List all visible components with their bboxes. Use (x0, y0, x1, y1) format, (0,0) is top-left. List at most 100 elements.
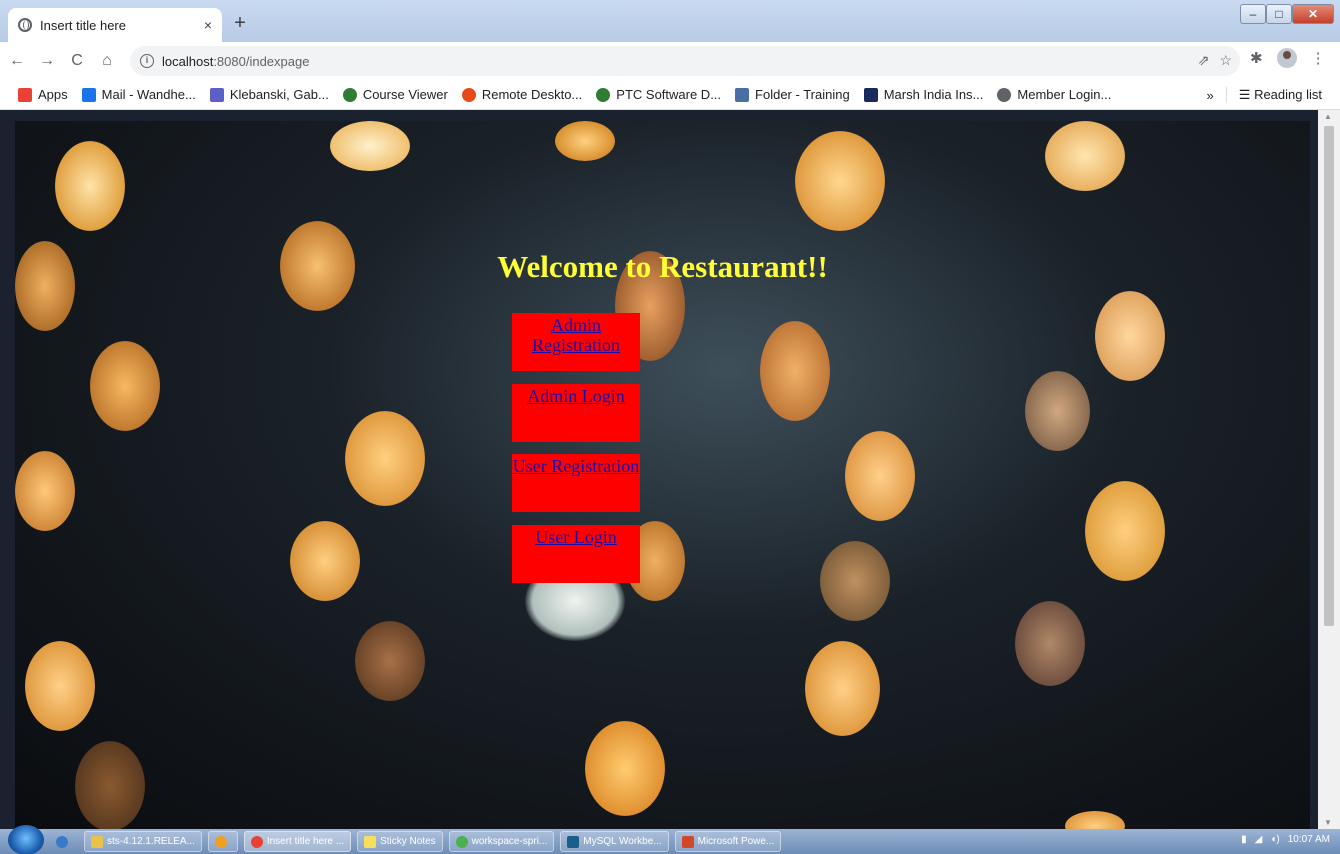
home-button[interactable]: ⌂ (94, 48, 120, 74)
admin-registration-box: Admin Registration (512, 313, 640, 371)
taskbar-sticky-notes[interactable]: Sticky Notes (357, 831, 443, 852)
outlook-icon (81, 87, 96, 102)
spring-icon (455, 835, 468, 848)
background-bokeh (1095, 291, 1165, 381)
bookmark-folder-training[interactable]: Folder - Training (735, 87, 850, 102)
bookmark-marsh-india[interactable]: Marsh India Ins... (863, 87, 983, 102)
background-bokeh (330, 121, 410, 171)
back-button[interactable]: ← (4, 48, 30, 74)
background-bokeh (585, 721, 665, 816)
reading-list-icon: ☰ (1238, 87, 1255, 102)
browser-tab[interactable]: Insert title here × (8, 8, 222, 42)
powerpoint-icon (681, 835, 694, 848)
tab-close-button[interactable]: × (204, 17, 212, 33)
close-window-button[interactable]: ✕ (1292, 4, 1334, 24)
bookmark-remote-desktop[interactable]: Remote Deskto... (461, 87, 582, 102)
user-registration-link[interactable]: User Registration (513, 456, 639, 476)
browser-toolbar: ← → C ⌂ i localhost:8080/indexpage ⇗ ☆ ✱… (0, 42, 1340, 80)
background-bokeh (75, 741, 145, 829)
background-bokeh (1065, 811, 1125, 829)
background-bokeh (1025, 371, 1090, 451)
ie-icon (56, 835, 68, 848)
globe-icon (18, 18, 32, 32)
background-bokeh (820, 541, 890, 621)
system-tray: ▮ ◢ ◖) 10:07 AM (1241, 834, 1330, 845)
bookmark-klebanski[interactable]: Klebanski, Gab... (209, 87, 329, 102)
admin-login-link[interactable]: Admin Login (527, 386, 625, 406)
taskbar-powerpoint[interactable]: Microsoft Powe... (674, 831, 782, 852)
more-bookmarks-button[interactable]: » (1207, 88, 1214, 103)
globe-icon (997, 87, 1012, 102)
page-title: Welcome to Restaurant!! (497, 249, 828, 284)
ptc-icon (596, 87, 611, 102)
scroll-up-arrow[interactable]: ▲ (1324, 112, 1332, 121)
taskbar-sts[interactable]: sts-4.12.1.RELEA... (84, 831, 202, 852)
forward-button[interactable]: → (34, 48, 60, 74)
taskbar-workspace[interactable]: workspace-spri... (448, 831, 555, 852)
reload-button[interactable]: C (64, 48, 90, 74)
background-bokeh (345, 411, 425, 506)
volume-icon[interactable]: ◖) (1270, 834, 1279, 845)
admin-login-box: Admin Login (512, 384, 640, 442)
apps-icon (18, 87, 32, 102)
chrome-icon (250, 835, 263, 848)
background-bokeh (555, 121, 615, 161)
page-viewport: Welcome to Restaurant!! Admin Registrati… (15, 121, 1310, 829)
title-bar: Insert title here × + – □ ✕ (0, 0, 1340, 42)
divider (1225, 87, 1227, 103)
taskbar-mysql[interactable]: MySQL Workbe... (560, 831, 669, 852)
network-icon[interactable]: ◢ (1255, 834, 1263, 845)
profile-avatar[interactable] (1276, 48, 1297, 68)
taskbar-ie[interactable] (50, 831, 78, 852)
taskbar-chrome[interactable]: Insert title here ... (243, 831, 352, 852)
background-bokeh (1015, 601, 1085, 686)
media-player-icon (214, 835, 227, 848)
start-button[interactable] (8, 824, 44, 854)
background-bokeh (845, 431, 915, 521)
background-bokeh (90, 341, 160, 431)
address-bar[interactable]: i localhost:8080/indexpage ⇗ ☆ (130, 46, 1240, 76)
taskbar-media[interactable] (207, 831, 238, 852)
bookmarks-bar: Apps Mail - Wandhe... Klebanski, Gab... … (0, 80, 1340, 110)
bookmark-apps[interactable]: Apps (18, 87, 68, 102)
clock[interactable]: 10:07 AM (1288, 834, 1330, 845)
background-bokeh (1045, 121, 1125, 191)
bookmark-course-viewer[interactable]: Course Viewer (342, 87, 448, 102)
background-bokeh (1085, 481, 1165, 581)
background-bokeh (355, 621, 425, 701)
folder-icon (735, 87, 750, 102)
remote-desktop-icon (461, 87, 476, 102)
background-bokeh (795, 131, 885, 231)
marsh-icon (863, 87, 878, 102)
sticky-notes-icon (364, 835, 377, 848)
windows-taskbar: sts-4.12.1.RELEA... Insert title here ..… (0, 824, 1340, 854)
maximize-button[interactable]: □ (1266, 4, 1292, 24)
vertical-scrollbar[interactable]: ▲ ▼ (1318, 110, 1340, 829)
scroll-thumb[interactable] (1324, 126, 1334, 626)
user-login-link[interactable]: User Login (535, 527, 616, 547)
info-icon[interactable]: i (140, 54, 154, 68)
admin-registration-link[interactable]: Admin Registration (532, 315, 620, 355)
extensions-icon[interactable]: ✱ (1250, 49, 1263, 67)
scroll-down-arrow[interactable]: ▼ (1324, 818, 1332, 827)
menu-icon[interactable]: ⋮ (1311, 49, 1326, 67)
minimize-button[interactable]: – (1240, 4, 1266, 24)
address-host: localhost (162, 53, 214, 69)
star-icon[interactable]: ☆ (1219, 52, 1232, 69)
user-login-box: User Login (512, 525, 640, 583)
folder-icon (91, 835, 103, 848)
teams-icon (209, 87, 224, 102)
bookmark-mail[interactable]: Mail - Wandhe... (81, 87, 196, 102)
battery-icon[interactable]: ▮ (1241, 834, 1247, 845)
background-bokeh (805, 641, 880, 736)
new-tab-button[interactable]: + (228, 12, 252, 36)
background-bokeh (290, 521, 360, 601)
mysql-icon (567, 835, 580, 848)
bookmark-ptc-software[interactable]: PTC Software D... (596, 87, 721, 102)
reading-list-button[interactable]: ☰ Reading list (1239, 87, 1322, 103)
bookmark-member-login[interactable]: Member Login... (997, 87, 1111, 102)
course-icon (342, 87, 357, 102)
share-icon[interactable]: ⇗ (1198, 52, 1210, 69)
background-bokeh (760, 321, 830, 421)
user-registration-box: User Registration (512, 454, 640, 512)
